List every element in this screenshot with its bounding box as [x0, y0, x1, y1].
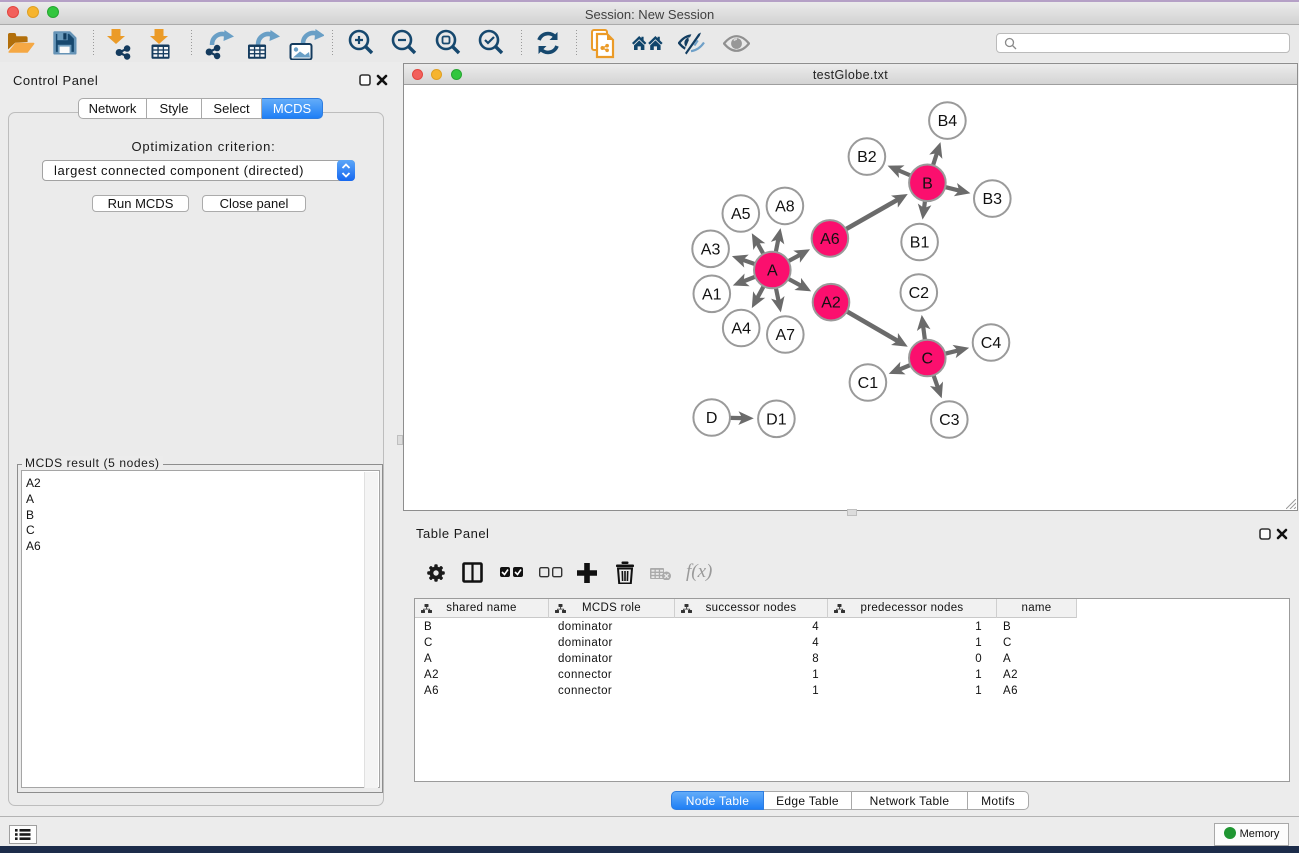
svg-text:C2: C2 [909, 285, 930, 302]
svg-text:D1: D1 [766, 411, 787, 428]
svg-text:A5: A5 [731, 206, 751, 223]
svg-text:C: C [922, 351, 934, 368]
svg-text:A2: A2 [821, 295, 841, 312]
svg-text:C4: C4 [981, 335, 1002, 352]
svg-text:B4: B4 [938, 113, 958, 130]
svg-text:A8: A8 [775, 198, 795, 215]
svg-text:A7: A7 [776, 327, 796, 344]
svg-text:D: D [706, 410, 718, 427]
svg-text:A: A [767, 263, 778, 280]
svg-text:B: B [922, 175, 933, 192]
svg-text:C3: C3 [939, 412, 960, 429]
svg-text:C1: C1 [858, 375, 879, 392]
svg-text:B2: B2 [857, 149, 877, 166]
svg-text:B3: B3 [983, 191, 1003, 208]
svg-text:B1: B1 [910, 235, 930, 252]
svg-text:A1: A1 [702, 286, 722, 303]
svg-text:A6: A6 [820, 231, 840, 248]
svg-text:A4: A4 [731, 321, 751, 338]
svg-text:A3: A3 [701, 241, 721, 258]
